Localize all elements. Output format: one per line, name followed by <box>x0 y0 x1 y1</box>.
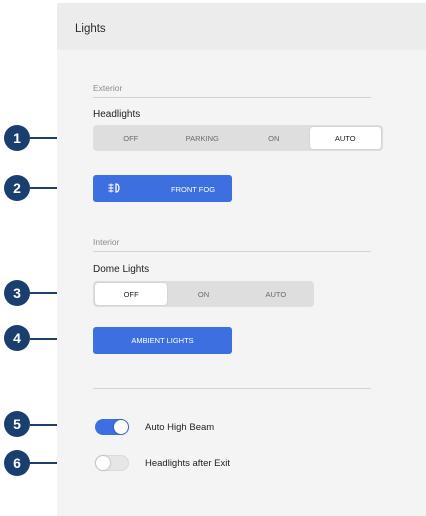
front-fog-icon <box>107 182 123 196</box>
dome-lights-option-off[interactable]: OFF <box>95 283 168 305</box>
auto-high-beam-label: Auto High Beam <box>145 421 215 433</box>
callout-marker-2: 2 <box>4 175 30 201</box>
headlights-option-on[interactable]: ON <box>238 127 310 149</box>
lights-settings-panel: Lights Exterior Headlights OFF PARKING O… <box>57 3 426 516</box>
exterior-divider <box>93 97 371 98</box>
interior-section-label: Interior <box>93 237 120 247</box>
headlights-segmented-control: OFF PARKING ON AUTO <box>93 125 383 151</box>
toggle-knob <box>114 420 128 434</box>
panel-title: Lights <box>75 23 106 35</box>
callout-marker-1: 1 <box>4 125 30 151</box>
headlights-option-auto[interactable]: AUTO <box>309 127 381 149</box>
ambient-lights-button[interactable]: AMBIENT LIGHTS <box>93 327 232 354</box>
callout-marker-5: 5 <box>4 411 30 437</box>
interior-divider <box>93 251 371 252</box>
dome-lights-option-auto[interactable]: AUTO <box>240 283 312 305</box>
headlights-after-exit-label: Headlights after Exit <box>145 457 231 469</box>
toggle-knob <box>96 456 110 470</box>
dome-lights-segmented-control: OFF ON AUTO <box>93 281 314 307</box>
auto-high-beam-toggle[interactable] <box>95 419 129 435</box>
front-fog-button[interactable]: FRONT FOG <box>93 175 232 202</box>
auto-high-beam-row: Auto High Beam <box>95 418 214 436</box>
headlights-option-parking[interactable]: PARKING <box>167 127 239 149</box>
front-fog-label: FRONT FOG <box>171 185 216 194</box>
headlights-title: Headlights <box>93 109 141 120</box>
callout-marker-3: 3 <box>4 280 30 306</box>
toggles-divider <box>93 388 371 389</box>
callout-marker-4: 4 <box>4 325 30 351</box>
ambient-lights-label: AMBIENT LIGHTS <box>131 336 194 345</box>
panel-header: Lights <box>57 3 426 50</box>
exterior-section-label: Exterior <box>93 83 123 93</box>
headlights-option-off[interactable]: OFF <box>95 127 167 149</box>
headlights-after-exit-row: Headlights after Exit <box>95 454 230 472</box>
dome-lights-title: Dome Lights <box>93 264 150 275</box>
callout-marker-6: 6 <box>4 450 30 476</box>
headlights-after-exit-toggle[interactable] <box>95 455 129 471</box>
dome-lights-option-on[interactable]: ON <box>167 283 239 305</box>
